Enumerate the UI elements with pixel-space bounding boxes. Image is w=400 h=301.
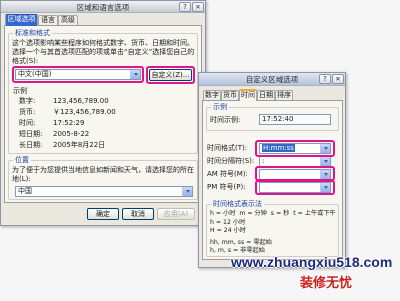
standards-description: 这个选项影响某些程序如何格式数字、货币、日期和时间。 [12, 39, 194, 47]
group-label: 位置 [13, 156, 31, 165]
group-label: 时间格式表示法 [211, 200, 264, 209]
sample-label: 短日期: [19, 130, 43, 138]
pm-symbol-label: PM 符号(P): [207, 183, 246, 191]
watermark-url: www.zhuangxiu518.com [231, 254, 393, 270]
close-icon [335, 75, 340, 83]
sample-value: 123,456,789.00 [53, 97, 109, 105]
ok-button[interactable]: 确定 [87, 208, 119, 220]
sample-value: ￥123,456,789.00 [53, 108, 116, 116]
sample-value: 2005年8月22日 [53, 141, 106, 149]
close-button[interactable] [192, 2, 204, 12]
standards-instruction: 选择一个与其首选项匹配的项或单击“自定义”选择您自己的格式(S): [12, 48, 195, 65]
customize-regional-options-dialog: 自定义区域选项 ? 数字 货币 时间 日期 排序 示例 时间示例: 17:52:… [198, 72, 346, 268]
time-format-label: 时间格式(T): [207, 144, 248, 152]
tab-time[interactable]: 时间 [239, 89, 257, 101]
tab-regional-options[interactable]: 区域选项 [5, 14, 38, 26]
cancel-button[interactable]: 取消 [122, 208, 154, 220]
dialog-title: 区域和语言选项 [76, 3, 130, 12]
chevron-down-icon[interactable] [320, 183, 330, 192]
pm-symbol-select[interactable] [259, 182, 331, 193]
time-separator-label: 时间分隔符(S): [207, 157, 255, 165]
time-format-value: H:mm:ss [262, 144, 295, 152]
chevron-down-icon[interactable] [320, 170, 330, 179]
am-symbol-select[interactable] [259, 169, 331, 180]
time-separator-select[interactable]: : [259, 156, 331, 167]
watermark-brand: 装修无忧 [300, 275, 353, 290]
locale-select[interactable]: 中文(中国) [15, 69, 141, 80]
sample-label: 时间: [19, 119, 36, 127]
group-label: 示例 [211, 103, 229, 112]
title-bar[interactable]: 自定义区域选项 ? [199, 73, 345, 86]
notation-line: h = 小时 m = 分钟 s = 秒 t = 上午或下午 [210, 210, 336, 217]
close-button[interactable] [332, 74, 344, 84]
time-sample-field: 17:52:40 [259, 114, 331, 125]
samples-label: 示例 [13, 87, 27, 95]
group-label: 标准和格式 [13, 29, 52, 38]
location-select[interactable]: 中国 [15, 186, 193, 197]
time-separator-value: : [262, 157, 265, 165]
chevron-down-icon[interactable] [130, 70, 140, 79]
notation-line: H = 24 小时 [210, 227, 246, 234]
chevron-down-icon[interactable] [182, 187, 192, 196]
chevron-down-icon[interactable] [320, 144, 330, 153]
am-symbol-label: AM 符号(M): [207, 170, 248, 178]
sample-label: 数字: [19, 97, 36, 105]
location-description: 为了便于为您提供当地信息如新闻和天气，请选择您的所在地(L): [12, 166, 194, 183]
apply-button[interactable]: 应用(A) [157, 208, 195, 220]
regional-language-dialog: 区域和语言选项 ? 区域选项 语言 高级 标准和格式 这个选项影响某些程序如何格… [0, 0, 206, 226]
sample-value: 17:52:29 [53, 119, 85, 127]
help-button[interactable]: ? [179, 2, 191, 12]
sample-label: 长日期: [19, 141, 43, 149]
location-select-value: 中国 [18, 187, 32, 195]
locale-select-value: 中文(中国) [18, 70, 52, 78]
customize-button[interactable]: 自定义(Z)... [149, 69, 192, 81]
notation-line: hh, mm, ss = 零起始 [210, 239, 272, 246]
notation-line: h = 12 小时 [210, 219, 246, 226]
chevron-down-icon[interactable] [320, 157, 330, 166]
title-bar[interactable]: 区域和语言选项 ? [1, 1, 205, 13]
time-sample-label: 时间示例: [210, 116, 241, 124]
time-format-select[interactable]: H:mm:ss [259, 143, 331, 154]
help-button[interactable]: ? [319, 74, 331, 84]
close-icon [195, 3, 200, 11]
sample-value: 2005-8-22 [53, 130, 90, 138]
sample-label: 货币: [19, 108, 36, 116]
